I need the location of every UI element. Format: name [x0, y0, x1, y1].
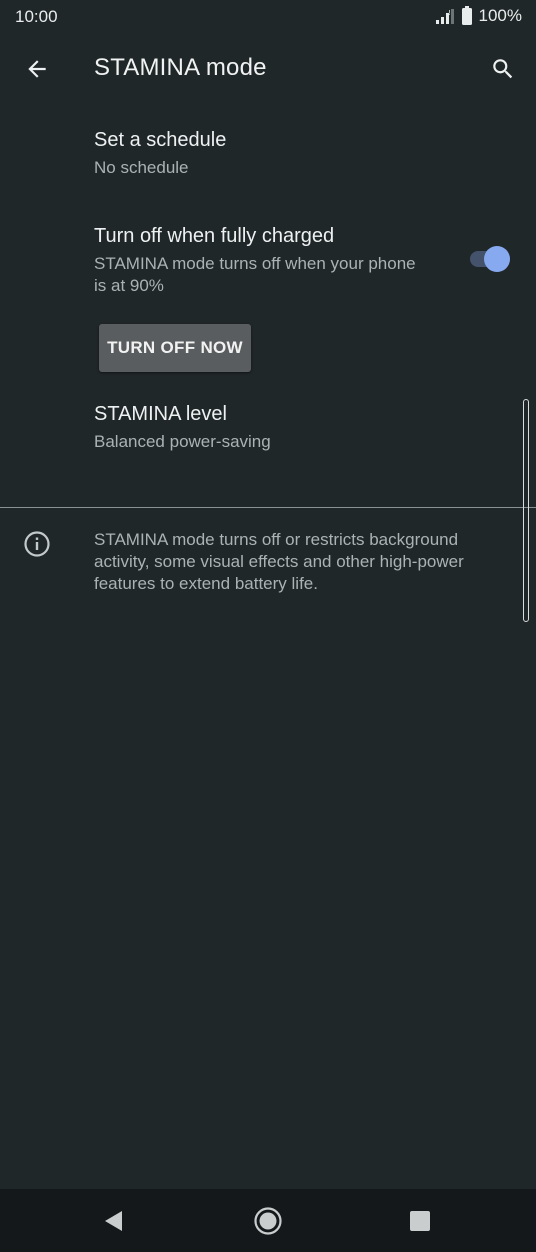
scrollbar[interactable] — [523, 399, 529, 622]
app-bar: STAMINA mode — [0, 34, 536, 104]
search-icon — [493, 59, 513, 79]
status-icons: ! 100% — [435, 6, 522, 26]
nav-recents-icon[interactable] — [408, 1209, 432, 1233]
nav-back-icon[interactable] — [100, 1207, 128, 1235]
info-icon — [24, 531, 50, 557]
schedule-title: Set a schedule — [94, 129, 227, 151]
navigation-bar — [0, 1189, 536, 1252]
info-description: STAMINA mode turns off or restricts back… — [94, 530, 464, 593]
fully-charged-row[interactable]: Turn off when fully charged STAMINA mode… — [0, 212, 536, 308]
signal-icon: ! — [435, 9, 454, 24]
divider — [0, 507, 536, 508]
turn-off-now-button[interactable]: TURN OFF NOW — [99, 324, 251, 372]
screen: 10:00 ! 100% STAMINA mode Set a schedule… — [0, 0, 536, 1252]
battery-percentage: 100% — [478, 6, 522, 25]
svg-text:!: ! — [448, 9, 451, 17]
fully-charged-toggle[interactable] — [468, 246, 514, 272]
search-button[interactable] — [482, 48, 524, 90]
stamina-level-title: STAMINA level — [94, 403, 227, 425]
arrow-back-icon — [28, 60, 46, 78]
schedule-subtitle: No schedule — [94, 158, 189, 177]
status-time: 10:00 — [15, 7, 58, 26]
toggle-thumb — [484, 246, 510, 272]
battery-icon — [461, 6, 472, 25]
status-bar: 10:00 ! 100% — [0, 0, 536, 34]
stamina-level-row[interactable]: STAMINA level Balanced power-saving — [0, 390, 536, 470]
page-title: STAMINA mode — [94, 54, 267, 81]
back-button[interactable] — [16, 48, 58, 90]
nav-home-icon[interactable] — [253, 1206, 283, 1236]
fully-charged-title: Turn off when fully charged — [94, 225, 335, 247]
stamina-level-subtitle: Balanced power-saving — [94, 432, 271, 451]
fully-charged-subtitle: STAMINA mode turns off when your phone i… — [94, 254, 416, 295]
set-schedule-row[interactable]: Set a schedule No schedule — [0, 116, 536, 196]
